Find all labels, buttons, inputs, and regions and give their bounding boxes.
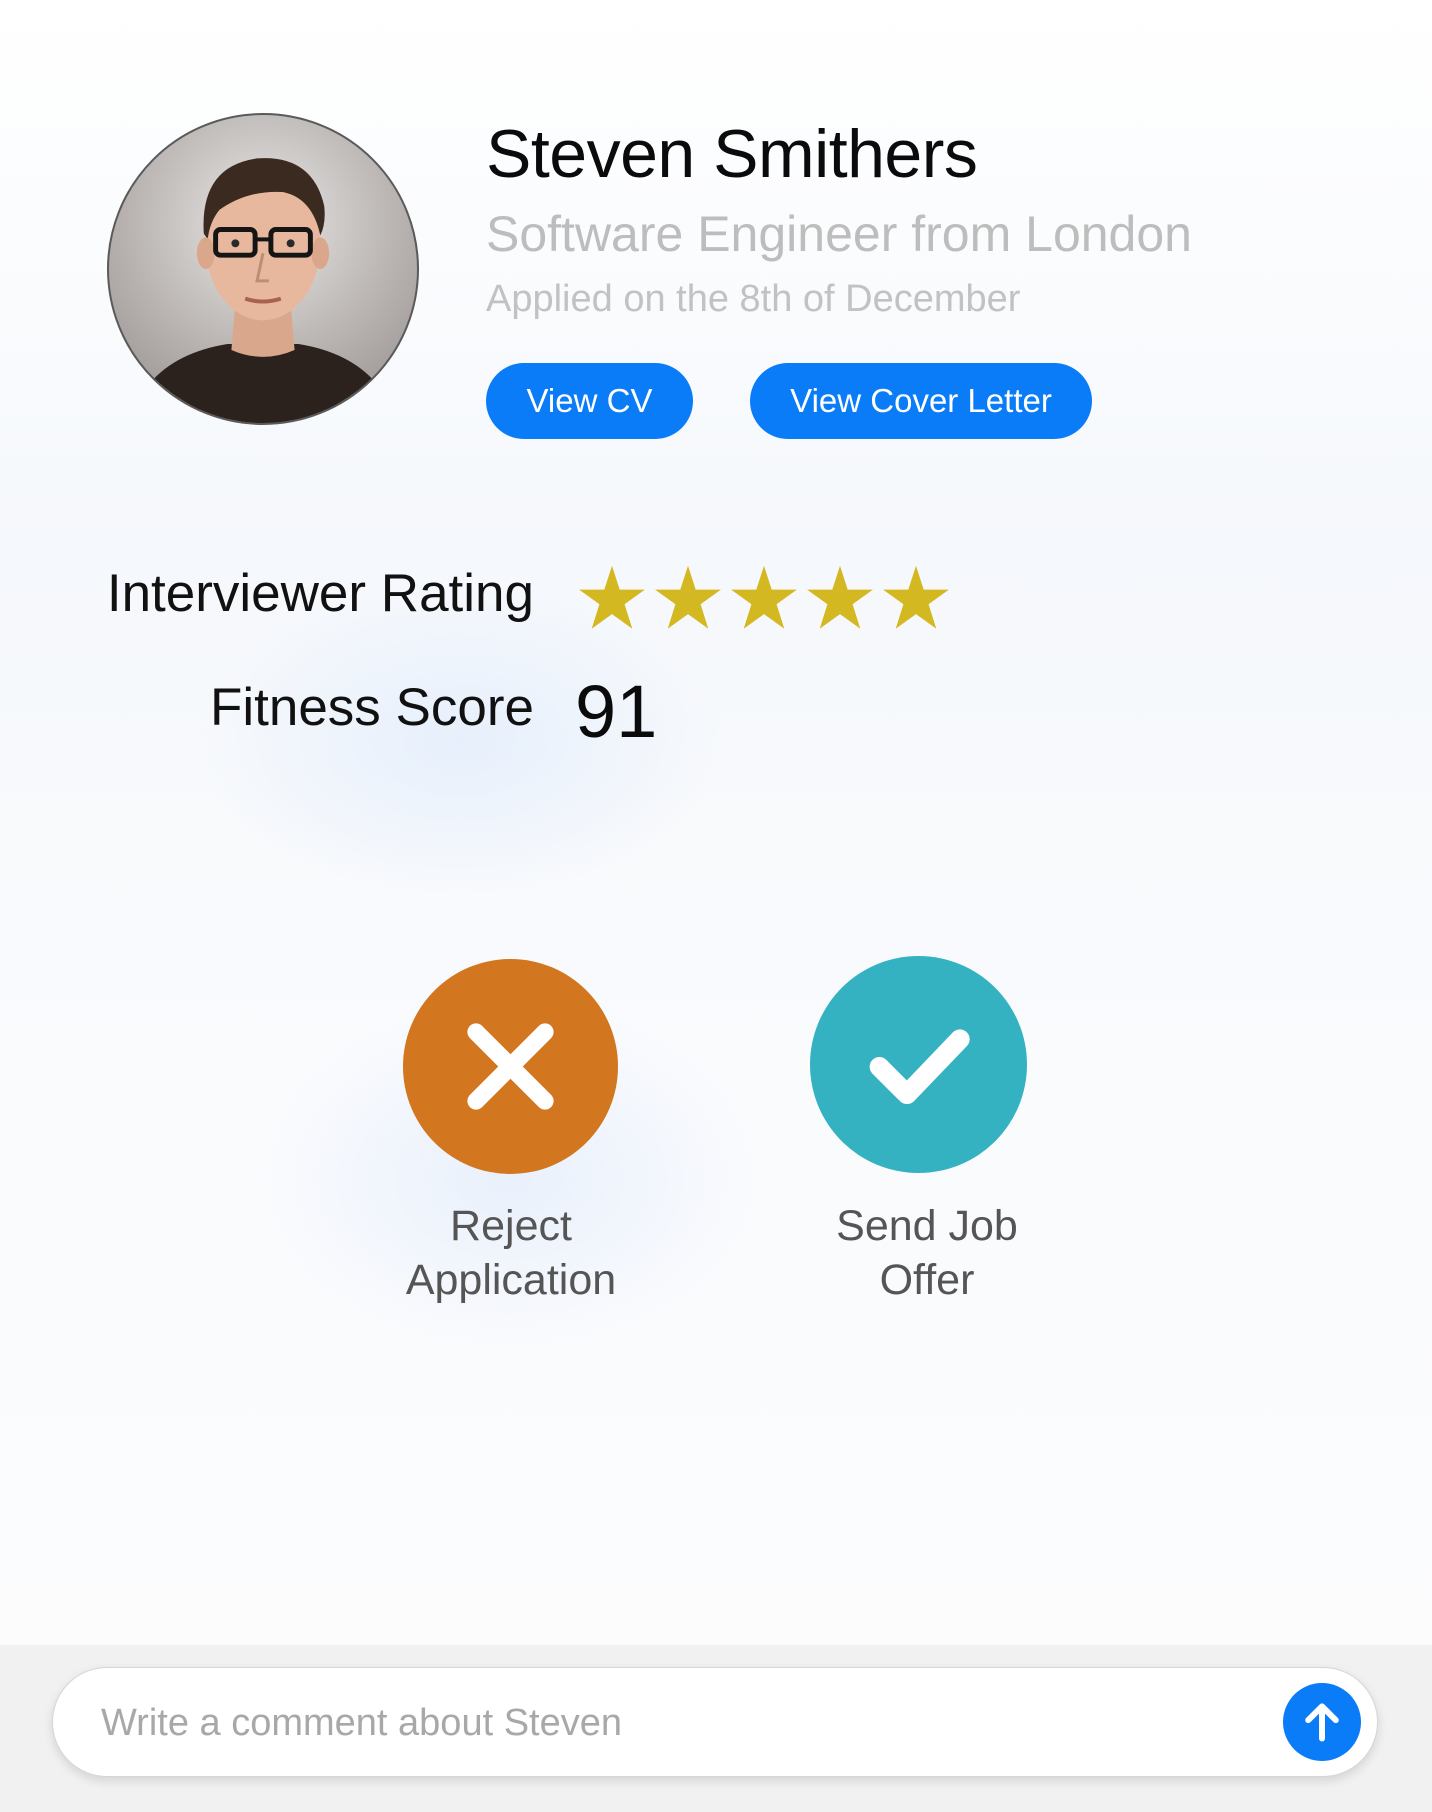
- reject-application-button[interactable]: [403, 959, 618, 1174]
- reject-application-label: Reject Application: [351, 1199, 671, 1307]
- star-icon: [579, 565, 645, 629]
- view-cover-letter-button[interactable]: View Cover Letter: [750, 363, 1092, 439]
- comment-input[interactable]: [99, 1692, 1233, 1754]
- star-icon: [883, 565, 949, 629]
- avatar-photo: [128, 158, 398, 423]
- fitness-score-value: 91: [575, 670, 658, 753]
- fitness-score-label: Fitness Score: [209, 678, 534, 737]
- view-cv-button[interactable]: View CV: [486, 363, 693, 439]
- offer-label-line2: Offer: [879, 1256, 975, 1304]
- star-icon: [731, 565, 797, 629]
- close-icon: [467, 1023, 554, 1110]
- candidate-avatar: [107, 113, 419, 425]
- application-date: Applied on the 8th of December: [486, 278, 1021, 320]
- offer-label-line1: Send Job: [836, 1202, 1018, 1250]
- interviewer-rating-label: Interviewer Rating: [106, 564, 534, 623]
- candidate-subtitle: Software Engineer from London: [486, 206, 1192, 262]
- star-icon: [655, 565, 721, 629]
- send-job-offer-label: Send Job Offer: [767, 1199, 1087, 1307]
- comment-bar: [0, 1645, 1432, 1812]
- reject-label-line1: Reject: [450, 1202, 572, 1250]
- send-comment-button[interactable]: [1283, 1683, 1361, 1761]
- arrow-up-icon: [1305, 1703, 1339, 1742]
- send-job-offer-button[interactable]: [810, 956, 1027, 1173]
- checkmark-icon: [869, 1029, 970, 1105]
- interviewer-rating-stars: [577, 563, 951, 633]
- star-icon: [807, 565, 873, 629]
- reject-label-line2: Application: [405, 1256, 617, 1304]
- comment-input-container: [52, 1667, 1378, 1777]
- candidate-name: Steven Smithers: [486, 116, 978, 192]
